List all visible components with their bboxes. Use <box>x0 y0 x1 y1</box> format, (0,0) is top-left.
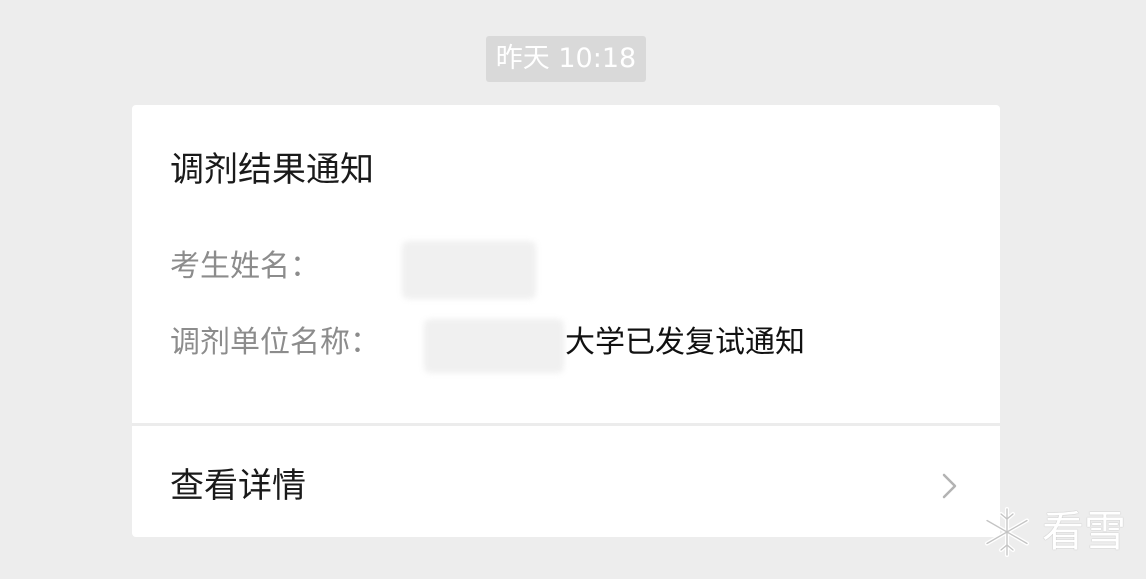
redacted-unit-name <box>424 319 564 373</box>
field-label-student-name: 考生姓名： <box>170 249 320 284</box>
field-row-unit-name: 调剂单位名称： 大学已发复试通知 <box>170 319 805 373</box>
chevron-right-icon <box>942 473 957 499</box>
watermark: 看雪 <box>980 502 1126 562</box>
field-row-student-name: 考生姓名： <box>170 241 536 299</box>
field-label-unit-name: 调剂单位名称： <box>170 325 380 360</box>
watermark-text: 看雪 <box>1042 507 1127 556</box>
view-details-link[interactable]: 查看详情 <box>132 426 1000 537</box>
field-value-unit-name: 大学已发复试通知 <box>565 325 805 360</box>
view-details-label: 查看详情 <box>170 466 306 506</box>
snowflake-icon <box>985 507 1029 557</box>
card-title: 调剂结果通知 <box>170 150 374 190</box>
notification-card[interactable]: 调剂结果通知 考生姓名： 调剂单位名称： 大学已发复试通知 查看详情 <box>132 105 1000 537</box>
message-timestamp: 昨天 10:18 <box>486 36 646 82</box>
redacted-student-name <box>402 241 536 299</box>
